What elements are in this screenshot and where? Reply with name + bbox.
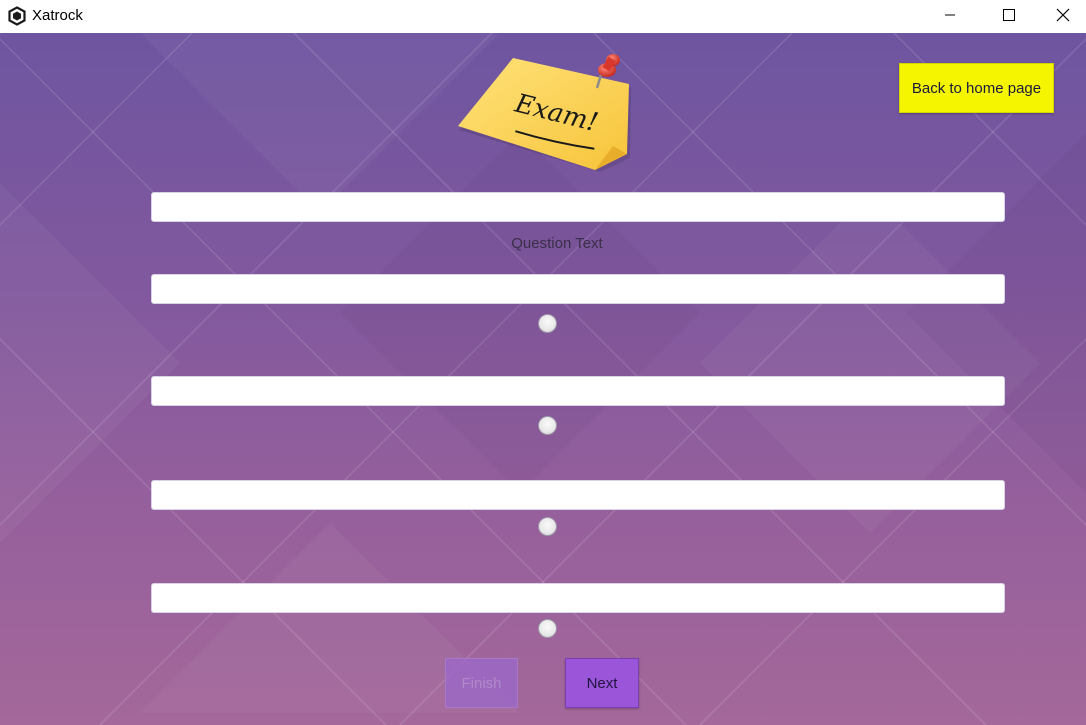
question-text-label: Question Text <box>511 235 603 252</box>
answer-field-4[interactable] <box>151 583 1005 613</box>
question-field[interactable] <box>151 192 1005 222</box>
close-button[interactable] <box>1039 0 1086 30</box>
maximize-button[interactable] <box>980 0 1038 30</box>
answer-radio-2[interactable] <box>538 416 557 435</box>
hexagon-logo-icon <box>7 6 27 26</box>
finish-button[interactable]: Finish <box>445 658 518 708</box>
title-bar[interactable]: Xatrock <box>0 0 1086 33</box>
minimize-button[interactable] <box>921 0 979 30</box>
app-window: Xatrock Exam! Back to home page Question… <box>0 0 1086 725</box>
minimize-icon <box>944 9 956 21</box>
answer-radio-4[interactable] <box>538 619 557 638</box>
answer-field-2[interactable] <box>151 376 1005 406</box>
answer-radio-3[interactable] <box>538 517 557 536</box>
exam-panel: Exam! Back to home page Question Text Fi… <box>0 33 1086 725</box>
window-title: Xatrock <box>32 7 83 24</box>
maximize-icon <box>1003 9 1015 21</box>
answer-field-3[interactable] <box>151 480 1005 510</box>
answer-field-1[interactable] <box>151 274 1005 304</box>
exam-sticky-note-image: Exam! <box>455 48 637 176</box>
next-button[interactable]: Next <box>565 658 639 708</box>
answer-radio-1[interactable] <box>538 314 557 333</box>
close-icon <box>1056 8 1070 22</box>
back-to-home-button[interactable]: Back to home page <box>899 63 1054 113</box>
